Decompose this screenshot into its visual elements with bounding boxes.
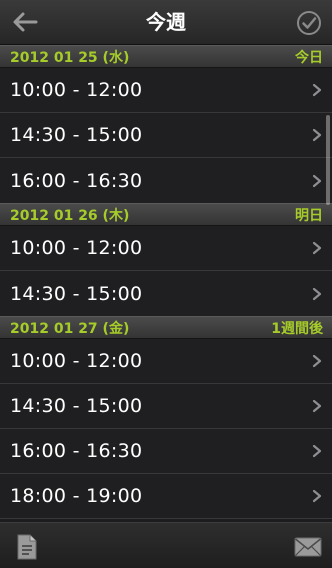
list-item[interactable]: 16:00 - 16:30 (0, 158, 332, 203)
time-range-label: 14:30 - 15:00 (10, 124, 143, 146)
list-item[interactable]: 16:00 - 16:30 (0, 429, 332, 474)
document-icon (17, 534, 37, 560)
list-item[interactable]: 18:00 - 19:00 (0, 474, 332, 519)
chevron-right-icon (312, 399, 322, 413)
chevron-right-icon (312, 489, 322, 503)
checkmark-circle-icon (297, 11, 321, 35)
time-range-label: 10:00 - 12:00 (10, 79, 143, 101)
page-title: 今週 (146, 10, 186, 34)
section-header: 2012 01 25 (水) 今日 (0, 45, 332, 68)
list-item[interactable]: 14:30 - 15:00 (0, 384, 332, 429)
bottom-toolbar (0, 522, 332, 568)
section-relative-day: 明日 (295, 207, 323, 224)
section-relative-day: 今日 (295, 49, 323, 66)
chevron-right-icon (312, 241, 322, 255)
time-range-label: 16:00 - 16:30 (10, 169, 143, 192)
chevron-right-icon (312, 287, 322, 301)
list-item[interactable]: 10:00 - 12:00 (0, 339, 332, 384)
section-header: 2012 01 26 (木) 明日 (0, 203, 332, 226)
chevron-right-icon (312, 354, 322, 368)
done-button[interactable] (294, 8, 324, 38)
section-relative-day: 1週間後 (271, 320, 323, 337)
list-item[interactable]: 14:30 - 15:00 (0, 113, 332, 158)
chevron-right-icon (312, 83, 322, 97)
time-range-label: 16:00 - 16:30 (10, 440, 143, 462)
time-range-label: 18:00 - 19:00 (10, 485, 143, 507)
list-item[interactable]: 10:00 - 12:00 (0, 226, 332, 271)
list-item[interactable]: 10:00 - 12:00 (0, 68, 332, 113)
mail-button[interactable] (294, 537, 322, 557)
time-range-label: 10:00 - 12:00 (10, 237, 143, 259)
chevron-right-icon (312, 174, 322, 188)
chevron-right-icon (312, 444, 322, 458)
section-date: 2012 01 26 (木) (10, 207, 130, 224)
chevron-right-icon (312, 128, 322, 142)
document-button[interactable] (15, 533, 39, 561)
time-range-label: 14:30 - 15:00 (10, 395, 143, 417)
scrollbar[interactable] (326, 115, 330, 205)
time-range-label: 14:30 - 15:00 (10, 282, 143, 305)
section-header: 2012 01 27 (金) 1週間後 (0, 316, 332, 339)
section-date: 2012 01 25 (水) (10, 49, 130, 66)
mail-icon (294, 537, 322, 557)
section-date: 2012 01 27 (金) (10, 320, 130, 337)
list-item[interactable]: 14:30 - 15:00 (0, 271, 332, 316)
schedule-list[interactable]: 2012 01 25 (水) 今日 10:00 - 12:00 14:30 - … (0, 45, 332, 522)
time-range-label: 10:00 - 12:00 (10, 350, 143, 372)
navigation-bar: 今週 (0, 0, 332, 45)
